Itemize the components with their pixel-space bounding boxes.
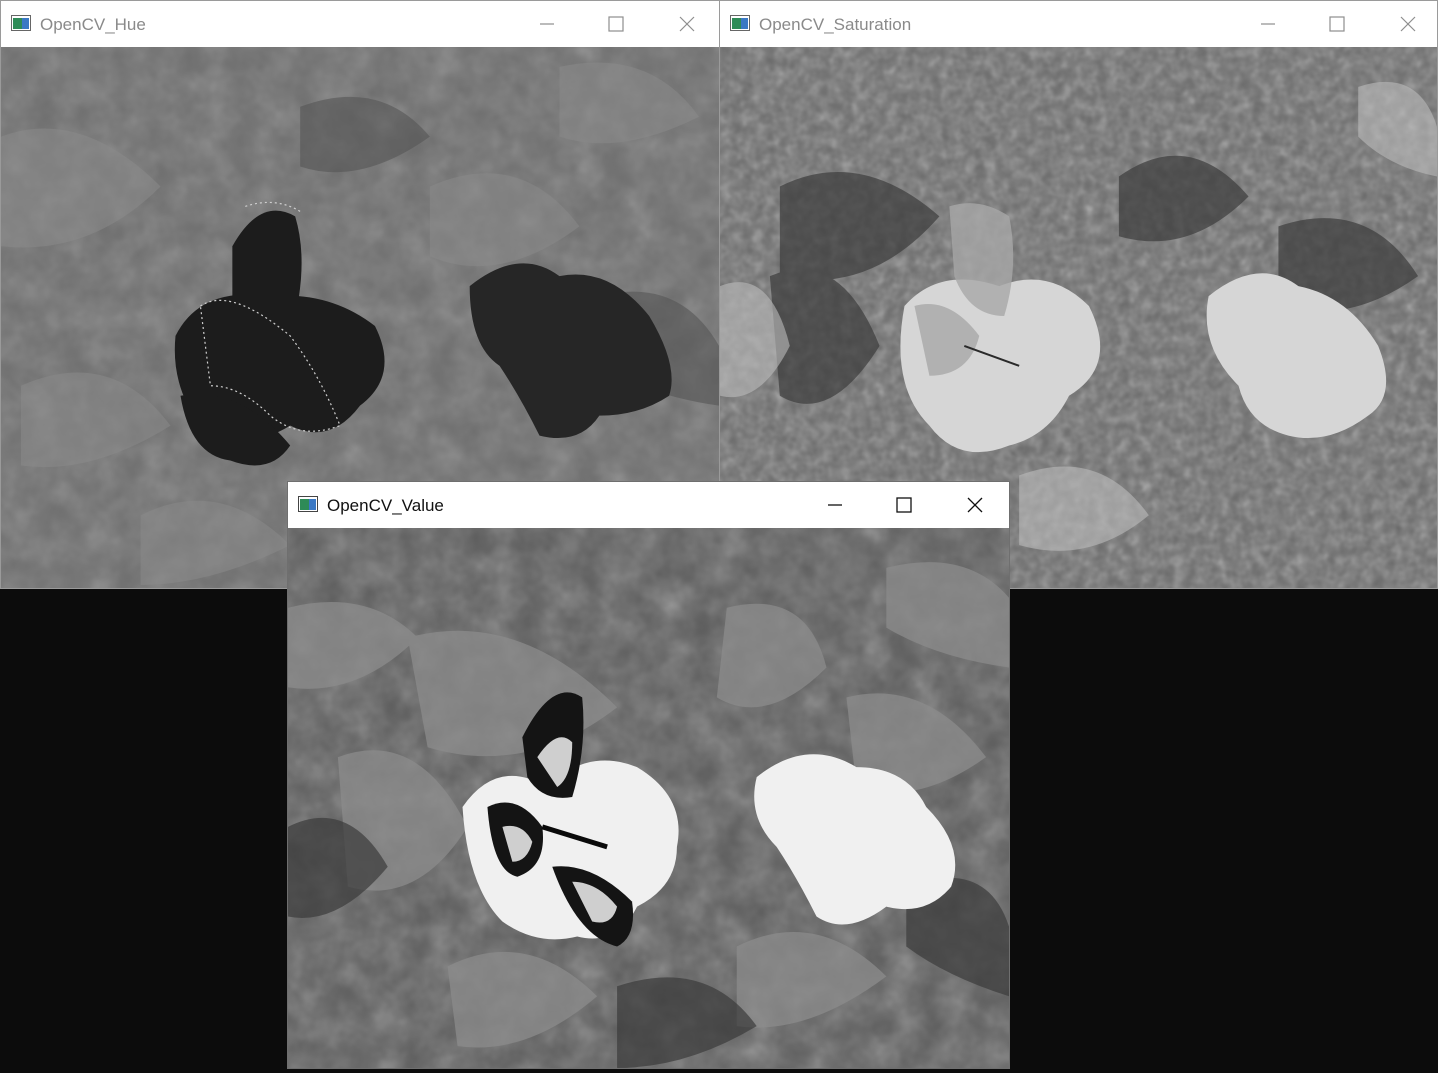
minimize-icon: [1261, 23, 1275, 25]
close-button[interactable]: [952, 482, 998, 528]
window-title: OpenCV_Saturation: [759, 15, 912, 34]
app-icon: [11, 15, 31, 31]
close-button[interactable]: [1385, 1, 1431, 47]
minimize-button[interactable]: [524, 1, 570, 47]
value-titlebar[interactable]: OpenCV_Value: [288, 482, 1009, 528]
maximize-button[interactable]: [1314, 1, 1360, 47]
close-icon: [1400, 16, 1416, 32]
window-title: OpenCV_Value: [327, 496, 444, 515]
minimize-button[interactable]: [812, 482, 858, 528]
value-window[interactable]: OpenCV_Value: [287, 481, 1010, 1069]
minimize-icon: [540, 23, 554, 25]
saturation-titlebar[interactable]: OpenCV_Saturation: [720, 1, 1437, 47]
app-icon: [730, 15, 750, 31]
maximize-icon: [896, 497, 912, 513]
window-title: OpenCV_Hue: [40, 15, 146, 34]
app-icon: [298, 496, 318, 512]
maximize-button[interactable]: [593, 1, 639, 47]
close-icon: [679, 16, 695, 32]
maximize-icon: [608, 16, 624, 32]
maximize-button[interactable]: [881, 482, 927, 528]
value-channel-image: [288, 528, 1009, 1068]
close-button[interactable]: [664, 1, 710, 47]
maximize-icon: [1329, 16, 1345, 32]
close-icon: [967, 497, 983, 513]
minimize-button[interactable]: [1245, 1, 1291, 47]
hue-titlebar[interactable]: OpenCV_Hue: [1, 1, 719, 47]
minimize-icon: [828, 504, 842, 506]
